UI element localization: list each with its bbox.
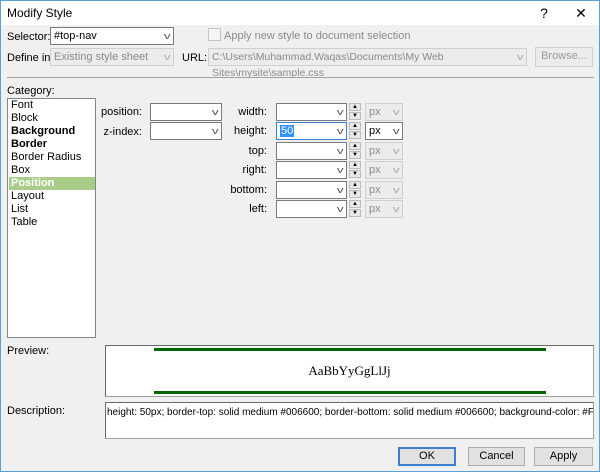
cancel-button[interactable]: Cancel — [468, 447, 525, 466]
left-unit-value: px — [369, 203, 381, 215]
chevron-down-icon: v — [392, 204, 400, 214]
chevron-down-icon: v — [516, 52, 524, 62]
top-label: top: — [248, 145, 267, 157]
spin-down-icon[interactable]: ▼ — [349, 151, 361, 159]
category-item-border[interactable]: Border — [9, 138, 95, 151]
title-bar: Modify Style ? ✕ — [1, 1, 599, 25]
height-value: 50 — [280, 125, 295, 137]
preview-bottom-border — [154, 391, 546, 394]
top-spinner[interactable]: ▲ ▼ — [349, 142, 361, 160]
url-value: C:\Users\Muhammad.Waqas\Documents\My Web… — [212, 51, 444, 79]
right-unit-value: px — [369, 164, 381, 176]
category-item-box[interactable]: Box — [9, 164, 95, 177]
spin-up-icon[interactable]: ▲ — [349, 103, 361, 111]
preview-sample-text: AaBbYyGgLlJj — [308, 363, 391, 378]
right-spinner[interactable]: ▲ ▼ — [349, 161, 361, 179]
chevron-down-icon: v — [336, 185, 344, 195]
url-combo[interactable]: C:\Users\Muhammad.Waqas\Documents\My Web… — [208, 48, 527, 79]
selector-value: #top-nav — [54, 30, 97, 42]
category-item-border-radius[interactable]: Border Radius — [9, 151, 95, 164]
define-in-value: Existing style sheet — [54, 51, 149, 63]
category-item-position[interactable]: Position — [9, 177, 95, 190]
chevron-down-icon: v — [336, 126, 344, 136]
left-spinner[interactable]: ▲ ▼ — [349, 200, 361, 218]
apply-style-checkbox[interactable] — [208, 28, 221, 41]
chevron-down-icon: v — [392, 107, 400, 117]
close-button[interactable]: ✕ — [566, 3, 596, 23]
spin-up-icon[interactable]: ▲ — [349, 122, 361, 130]
chevron-down-icon: v — [392, 146, 400, 156]
position-label: position: — [101, 106, 142, 118]
height-combo[interactable]: 50 v — [276, 122, 347, 140]
chevron-down-icon: v — [163, 52, 171, 62]
spin-down-icon[interactable]: ▼ — [349, 112, 361, 120]
description-label: Description: — [7, 405, 66, 417]
chevron-down-icon: v — [392, 126, 400, 136]
bottom-label: bottom: — [230, 184, 267, 196]
top-unit-combo[interactable]: px v — [365, 142, 403, 160]
spin-down-icon[interactable]: ▼ — [349, 131, 361, 139]
chevron-down-icon: v — [336, 107, 344, 117]
chevron-down-icon: v — [392, 185, 400, 195]
chevron-down-icon: v — [163, 31, 171, 41]
chevron-down-icon: v — [336, 146, 344, 156]
height-spinner[interactable]: ▲ ▼ — [349, 122, 361, 140]
chevron-down-icon: v — [336, 204, 344, 214]
width-unit-combo[interactable]: px v — [365, 103, 403, 121]
height-unit-combo[interactable]: px v — [365, 122, 403, 140]
help-button[interactable]: ? — [529, 3, 559, 23]
width-combo[interactable]: v — [276, 103, 347, 121]
separator — [7, 77, 594, 78]
width-label: width: — [238, 106, 267, 118]
bottom-unit-combo[interactable]: px v — [365, 181, 403, 199]
left-combo[interactable]: v — [276, 200, 347, 218]
category-label: Category: — [7, 85, 55, 97]
preview-box: AaBbYyGgLlJj — [105, 345, 594, 397]
url-label: URL: — [182, 52, 208, 64]
bottom-unit-value: px — [369, 184, 381, 196]
selector-combo[interactable]: #top-nav v — [50, 27, 174, 45]
top-unit-value: px — [369, 145, 381, 157]
bottom-spinner[interactable]: ▲ ▼ — [349, 181, 361, 199]
spin-up-icon[interactable]: ▲ — [349, 161, 361, 169]
category-item-table[interactable]: Table — [9, 216, 95, 229]
right-label: right: — [242, 164, 267, 176]
width-unit-value: px — [369, 106, 381, 118]
apply-style-label: Apply new style to document selection — [224, 30, 411, 42]
spin-down-icon[interactable]: ▼ — [349, 170, 361, 178]
left-unit-combo[interactable]: px v — [365, 200, 403, 218]
right-combo[interactable]: v — [276, 161, 347, 179]
category-item-list[interactable]: List — [9, 203, 95, 216]
height-label: height: — [233, 125, 267, 137]
spin-down-icon[interactable]: ▼ — [349, 209, 361, 217]
chevron-down-icon: v — [392, 165, 400, 175]
right-unit-combo[interactable]: px v — [365, 161, 403, 179]
width-spinner[interactable]: ▲ ▼ — [349, 103, 361, 121]
spin-down-icon[interactable]: ▼ — [349, 190, 361, 198]
define-in-label: Define in: — [7, 52, 54, 64]
category-item-layout[interactable]: Layout — [9, 190, 95, 203]
chevron-down-icon: v — [336, 165, 344, 175]
left-label: left: — [249, 203, 267, 215]
define-in-combo[interactable]: Existing style sheet v — [50, 48, 174, 66]
browse-button[interactable]: Browse... — [535, 47, 593, 67]
spin-up-icon[interactable]: ▲ — [349, 181, 361, 189]
modify-style-dialog: Modify Style ? ✕ Selector: #top-nav v App… — [0, 0, 600, 472]
spin-up-icon[interactable]: ▲ — [349, 142, 361, 150]
preview-top-border — [154, 348, 546, 351]
apply-button[interactable]: Apply — [534, 447, 593, 466]
top-combo[interactable]: v — [276, 142, 347, 160]
bottom-combo[interactable]: v — [276, 181, 347, 199]
height-unit-value: px — [369, 125, 381, 137]
spin-up-icon[interactable]: ▲ — [349, 200, 361, 208]
ok-button[interactable]: OK — [398, 447, 456, 466]
z-index-label: z-index: — [103, 126, 142, 138]
dialog-title: Modify Style — [7, 6, 73, 20]
description-box: height: 50px; border-top: solid medium #… — [105, 402, 594, 439]
preview-label: Preview: — [7, 345, 50, 357]
selector-label: Selector: — [7, 31, 51, 43]
